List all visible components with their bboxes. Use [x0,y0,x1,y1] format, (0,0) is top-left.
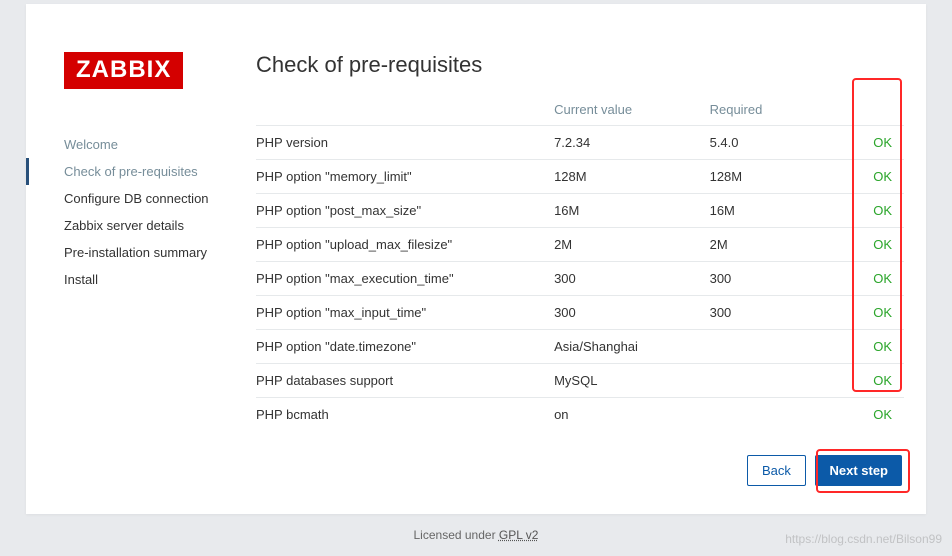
table-row: PHP option "max_input_time"300300OK [256,296,904,330]
cell-status: OK [839,194,904,228]
table-row: PHP option "memory_limit"128M128MOK [256,160,904,194]
cell-status: OK [839,296,904,330]
cell-required [710,330,840,364]
button-bar: Back Next step [747,455,902,486]
table-row: PHP bcmathon OK [256,398,904,432]
status-ok: OK [873,305,892,320]
table-row: PHP option "upload_max_filesize"2M2MOK [256,228,904,262]
cell-required [710,364,840,398]
back-button[interactable]: Back [747,455,806,486]
col-header-current: Current value [554,96,710,126]
cell-current: 300 [554,296,710,330]
cell-name: PHP option "upload_max_filesize" [256,228,554,262]
status-ok: OK [873,373,892,388]
table-row: PHP option "max_execution_time"300300OK [256,262,904,296]
cell-required: 300 [710,262,840,296]
cell-status: OK [839,262,904,296]
cell-status: OK [839,160,904,194]
footer-text: Licensed under [414,528,499,542]
table-row: PHP databases supportMySQL OK [256,364,904,398]
cell-current: MySQL [554,364,710,398]
table-row: PHP version7.2.345.4.0 OK [256,126,904,160]
status-ok: OK [873,203,892,218]
status-ok: OK [873,237,892,252]
cell-current: on [554,398,710,432]
cell-name: PHP option "max_execution_time" [256,262,554,296]
cell-name: PHP option "max_input_time" [256,296,554,330]
cell-status: OK [839,228,904,262]
status-ok: OK [873,339,892,354]
requisites-scroll[interactable]: Current value Required PHP version7.2.34… [256,96,904,431]
license-link[interactable]: GPL v2 [499,528,539,542]
cell-name: PHP option "post_max_size" [256,194,554,228]
status-ok: OK [873,169,892,184]
nav-step-5[interactable]: Install [64,266,226,293]
status-ok: OK [873,407,892,422]
cell-current: 2M [554,228,710,262]
nav-step-2[interactable]: Configure DB connection [64,185,226,212]
cell-required: 16M [710,194,840,228]
cell-current: 300 [554,262,710,296]
nav-step-3[interactable]: Zabbix server details [64,212,226,239]
zabbix-logo: ZABBIX [64,52,183,89]
cell-status: OK [839,364,904,398]
cell-status: OK [839,330,904,364]
cell-status: OK [839,126,904,160]
cell-required: 5.4.0 [710,126,840,160]
page-title: Check of pre-requisites [256,52,904,78]
cell-name: PHP databases support [256,364,554,398]
cell-name: PHP bcmath [256,398,554,432]
nav-step-4[interactable]: Pre-installation summary [64,239,226,266]
nav-step-0[interactable]: Welcome [64,131,226,158]
cell-current: 16M [554,194,710,228]
table-row: PHP option "post_max_size"16M16MOK [256,194,904,228]
cell-required [710,398,840,432]
status-ok: OK [873,135,892,150]
cell-current: 128M [554,160,710,194]
cell-name: PHP option "date.timezone" [256,330,554,364]
main-content: Check of pre-requisites Current value Re… [256,52,904,496]
table-row: PHP option "date.timezone"Asia/Shanghai O… [256,330,904,364]
nav-step-1[interactable]: Check of pre-requisites [64,158,226,185]
cell-current: Asia/Shanghai [554,330,710,364]
cell-name: PHP option "memory_limit" [256,160,554,194]
cell-current: 7.2.34 [554,126,710,160]
cell-status: OK [839,398,904,432]
cell-name: PHP version [256,126,554,160]
col-header-name [256,96,554,126]
col-header-required: Required [710,96,840,126]
next-step-button[interactable]: Next step [815,455,902,486]
step-nav: WelcomeCheck of pre-requisitesConfigure … [26,131,226,293]
requisites-table: Current value Required PHP version7.2.34… [256,96,904,431]
watermark: https://blog.csdn.net/Bilson99 [785,532,942,546]
sidebar: ZABBIX WelcomeCheck of pre-requisitesCon… [26,4,226,293]
cell-required: 300 [710,296,840,330]
col-header-status [839,96,904,126]
installer-panel: ZABBIX WelcomeCheck of pre-requisitesCon… [26,4,926,514]
cell-required: 2M [710,228,840,262]
status-ok: OK [873,271,892,286]
cell-required: 128M [710,160,840,194]
